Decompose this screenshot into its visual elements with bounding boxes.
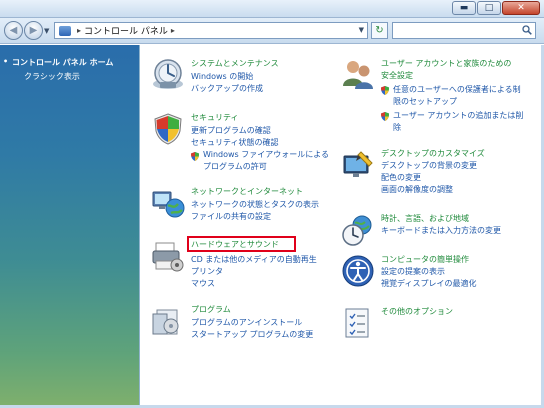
category-title-network[interactable]: ネットワークとインターネット [191,186,303,197]
link-allow-program-firewall-2[interactable]: プログラムの許可 [203,161,267,172]
category-title-security[interactable]: セキュリティ [191,112,239,123]
user-accounts-icon [343,61,373,89]
link-recommended-settings[interactable]: 設定の提案の表示 [381,266,445,277]
link-security-status[interactable]: セキュリティ状態の確認 [191,137,279,148]
category-title-system[interactable]: システムとメンテナンス [191,58,279,69]
network-globe-icon [152,191,185,218]
minimize-button[interactable]: ▬ [452,1,476,15]
uac-shield-icon [191,152,199,161]
link-parental-controls-2[interactable]: 限のセットアップ [393,96,457,107]
ease-of-access-icon [342,255,374,287]
breadcrumb-separator-after[interactable]: ▸ [171,26,175,35]
category-title-users-line2[interactable]: 安全設定 [381,70,413,81]
search-icon[interactable] [522,25,532,35]
address-bar[interactable]: ▸ コントロール パネル ▸ ▼ [54,22,368,39]
additional-options-icon [345,308,369,338]
sidebar-item-classic-view[interactable]: クラシック表示 [24,71,80,82]
highlight-box [187,236,296,252]
link-color-scheme[interactable]: 配色の変更 [381,172,421,183]
sidebar-item-home[interactable]: コントロール パネル ホーム [3,57,113,68]
address-dropdown-icon[interactable]: ▼ [359,26,364,34]
link-network-status[interactable]: ネットワークの状態とタスクの表示 [191,199,319,210]
link-desktop-background[interactable]: デスクトップの背景の変更 [381,160,477,171]
link-autoplay[interactable]: CD または他のメディアの自動再生 [191,254,317,265]
link-add-remove-accounts[interactable]: ユーザー アカウントの追加または削 [393,110,523,121]
category-title-clock[interactable]: 時計、言語、および地域 [381,213,469,224]
category-title-appearance[interactable]: デスクトップのカスタマイズ [381,148,485,159]
navigation-bar: ◀ ▶ ▼ ▸ コントロール パネル ▸ ▼ ↻ [0,18,544,44]
link-optimize-display[interactable]: 視覚ディスプレイの最適化 [381,278,476,289]
back-button[interactable]: ◀ [4,21,23,40]
forward-button[interactable]: ▶ [24,21,43,40]
maximize-button[interactable]: □ [477,1,501,15]
link-parental-controls[interactable]: 任意のユーザーへの保護者による制 [393,84,521,95]
category-title-ease-of-access[interactable]: コンピュータの簡単操作 [381,254,469,265]
search-input[interactable] [392,22,536,39]
link-check-updates[interactable]: 更新プログラムの確認 [191,125,271,136]
category-title-programs[interactable]: プログラム [191,304,231,315]
link-welcome-center[interactable]: Windows の開始 [191,71,253,82]
history-dropdown-icon[interactable]: ▼ [44,27,49,35]
link-file-sharing[interactable]: ファイルの共有の設定 [191,211,271,222]
link-keyboard-input[interactable]: キーボードまたは入力方法の変更 [381,225,501,236]
security-shield-icon [154,113,182,145]
title-bar: ▬ □ ✕ [0,0,544,18]
category-title-users[interactable]: ユーザー アカウントと家族のための [381,58,511,69]
uac-shield-icon [381,86,389,95]
breadcrumb-separator[interactable]: ▸ [77,26,81,35]
clock-globe-icon [342,215,372,246]
hardware-printer-icon [152,242,184,272]
breadcrumb-control-panel[interactable]: コントロール パネル [84,24,168,37]
system-maintenance-icon [153,59,183,89]
link-add-remove-accounts-2[interactable]: 除 [393,122,401,133]
link-screen-resolution[interactable]: 画面の解像度の調整 [381,184,453,195]
control-panel-categories: システムとメンテナンス Windows の開始 バックアップの作成 セキュリティ… [141,45,544,408]
close-button[interactable]: ✕ [502,1,540,15]
uac-shield-icon [381,112,389,121]
category-title-additional-options[interactable]: その他のオプション [381,306,453,317]
link-backup[interactable]: バックアップの作成 [191,83,263,94]
desktop-customization-icon [343,151,373,177]
refresh-button[interactable]: ↻ [371,22,388,39]
link-mouse[interactable]: マウス [191,278,215,289]
sidebar: コントロール パネル ホーム クラシック表示 [0,45,140,408]
control-panel-icon [59,25,71,36]
link-printers[interactable]: プリンタ [191,266,223,277]
window-buttons: ▬ □ ✕ [452,1,540,15]
link-uninstall-program[interactable]: プログラムのアンインストール [191,317,302,328]
link-allow-program-firewall[interactable]: Windows ファイアウォールによる [203,149,329,160]
link-startup-programs[interactable]: スタートアップ プログラムの変更 [191,329,313,340]
programs-icon [152,309,179,335]
